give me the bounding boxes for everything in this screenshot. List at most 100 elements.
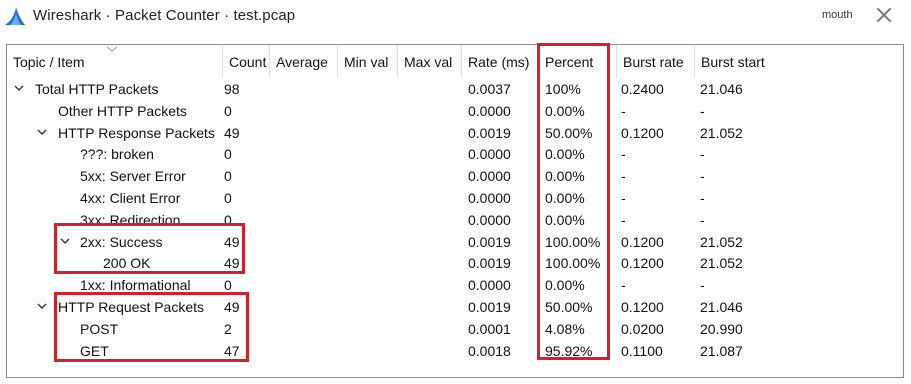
table-row[interactable]: POST 2 0.0001 4.08% 0.0200 20.990 bbox=[7, 318, 903, 340]
title-bar: Wireshark · Packet Counter · test.pcap m… bbox=[0, 0, 911, 34]
row-burst-rate: 0.1200 bbox=[621, 299, 664, 315]
row-topic: HTTP Request Packets bbox=[58, 299, 205, 315]
row-count: 0 bbox=[224, 146, 232, 163]
row-count: 0 bbox=[224, 190, 232, 206]
col-min-val-label: Min val bbox=[344, 54, 389, 70]
row-rate: 0.0019 bbox=[468, 299, 511, 315]
chevron-down-icon[interactable] bbox=[60, 237, 70, 245]
row-burst-rate: - bbox=[621, 211, 626, 228]
row-burst-start: - bbox=[700, 277, 705, 294]
row-burst-rate: - bbox=[621, 102, 626, 119]
row-percent: 0.00% bbox=[545, 168, 585, 185]
row-burst-start: - bbox=[700, 102, 705, 119]
chevron-down-icon[interactable] bbox=[14, 84, 24, 92]
col-average[interactable]: Average bbox=[270, 45, 338, 78]
col-percent[interactable]: Percent bbox=[539, 45, 617, 78]
row-burst-start: 21.052 bbox=[700, 124, 743, 141]
row-count: 0 bbox=[224, 277, 232, 294]
row-topic: 2xx: Success bbox=[80, 233, 163, 250]
row-count: 2 bbox=[224, 320, 232, 337]
close-icon[interactable] bbox=[874, 5, 894, 25]
col-burst-rate[interactable]: Burst rate bbox=[617, 45, 695, 78]
col-percent-label: Percent bbox=[545, 54, 594, 70]
row-percent: 4.08% bbox=[545, 320, 585, 337]
row-percent: 0.00% bbox=[545, 102, 585, 119]
table-row[interactable]: 200 OK 49 0.0019 100.00% 0.1200 21.052 bbox=[7, 252, 903, 274]
row-count: 0 bbox=[224, 211, 232, 228]
col-topic-label: Topic / Item bbox=[13, 54, 85, 70]
row-topic: Other HTTP Packets bbox=[58, 102, 187, 119]
col-burst-start[interactable]: Burst start bbox=[695, 45, 903, 78]
col-min-val[interactable]: Min val bbox=[338, 45, 398, 78]
row-count: 0 bbox=[224, 168, 232, 185]
table-row[interactable]: GET 47 0.0018 95.92% 0.1100 21.087 bbox=[7, 340, 903, 362]
row-topic: 3xx: Redirection bbox=[80, 211, 181, 228]
table-row[interactable]: 5xx: Server Error 0 0.0000 0.00% - - bbox=[7, 165, 903, 187]
row-percent: 0.00% bbox=[545, 211, 585, 228]
row-count: 98 bbox=[224, 81, 240, 97]
row-rate: 0.0019 bbox=[468, 124, 511, 141]
table-row[interactable]: Other HTTP Packets 0 0.0000 0.00% - - bbox=[7, 100, 903, 122]
wireshark-fin-icon bbox=[5, 7, 25, 25]
row-percent: 100% bbox=[545, 81, 581, 97]
row-burst-start: - bbox=[700, 190, 705, 206]
row-burst-start: 21.052 bbox=[700, 233, 743, 250]
col-count-label: Count bbox=[229, 54, 267, 70]
table-row[interactable]: 4xx: Client Error 0 0.0000 0.00% - - bbox=[7, 187, 903, 209]
row-rate: 0.0018 bbox=[468, 342, 511, 359]
row-percent: 0.00% bbox=[545, 190, 585, 206]
col-max-val[interactable]: Max val bbox=[398, 45, 462, 78]
row-count: 49 bbox=[224, 124, 240, 141]
user-label: mouth bbox=[822, 9, 853, 21]
row-topic: HTTP Response Packets bbox=[58, 124, 215, 141]
row-burst-rate: - bbox=[621, 190, 626, 206]
row-count: 49 bbox=[224, 255, 240, 272]
table-row[interactable]: 1xx: Informational 0 0.0000 0.00% - - bbox=[7, 274, 903, 296]
table-row[interactable]: 2xx: Success 49 0.0019 100.00% 0.1200 21… bbox=[7, 231, 903, 253]
row-rate: 0.0037 bbox=[468, 81, 511, 97]
row-burst-start: 21.046 bbox=[700, 299, 743, 315]
row-percent: 95.92% bbox=[545, 342, 593, 359]
row-percent: 0.00% bbox=[545, 277, 585, 294]
row-burst-rate: 0.1100 bbox=[621, 342, 663, 359]
col-rate[interactable]: Rate (ms) bbox=[462, 45, 539, 78]
chevron-down-icon[interactable] bbox=[37, 128, 47, 136]
table-row[interactable]: HTTP Request Packets 49 0.0019 50.00% 0.… bbox=[7, 296, 903, 318]
col-max-val-label: Max val bbox=[404, 54, 453, 70]
row-burst-rate: 0.2400 bbox=[621, 81, 664, 97]
table-row[interactable]: ???: broken 0 0.0000 0.00% - - bbox=[7, 143, 903, 165]
row-rate: 0.0000 bbox=[468, 102, 511, 119]
table-row[interactable]: HTTP Response Packets 49 0.0019 50.00% 0… bbox=[7, 122, 903, 144]
row-topic: 200 OK bbox=[103, 255, 151, 272]
row-burst-rate: 0.1200 bbox=[621, 124, 664, 141]
row-burst-rate: - bbox=[621, 277, 626, 294]
window-title: Wireshark · Packet Counter · test.pcap bbox=[33, 7, 296, 24]
row-topic: 1xx: Informational bbox=[80, 277, 191, 294]
row-rate: 0.0001 bbox=[468, 320, 511, 337]
row-topic: 5xx: Server Error bbox=[80, 168, 186, 185]
row-rate: 0.0019 bbox=[468, 255, 511, 272]
row-burst-rate: - bbox=[621, 168, 626, 185]
row-topic: POST bbox=[80, 320, 119, 337]
packet-counter-table: Topic / Item Count Average Min val Max v… bbox=[6, 44, 904, 378]
row-burst-rate: 0.1200 bbox=[621, 255, 664, 272]
sort-indicator-icon bbox=[106, 46, 118, 52]
row-burst-start: 21.046 bbox=[700, 81, 743, 97]
row-count: 49 bbox=[224, 233, 240, 250]
row-topic: 4xx: Client Error bbox=[80, 190, 181, 206]
row-percent: 100.00% bbox=[545, 233, 601, 250]
col-average-label: Average bbox=[276, 54, 328, 70]
row-rate: 0.0000 bbox=[468, 211, 511, 228]
col-rate-label: Rate (ms) bbox=[468, 54, 530, 70]
row-count: 47 bbox=[224, 342, 240, 359]
table-row[interactable]: 3xx: Redirection 0 0.0000 0.00% - - bbox=[7, 209, 903, 231]
row-percent: 50.00% bbox=[545, 124, 593, 141]
col-burst-start-label: Burst start bbox=[701, 54, 765, 70]
col-burst-rate-label: Burst rate bbox=[623, 54, 684, 70]
row-burst-start: - bbox=[700, 211, 705, 228]
col-count[interactable]: Count bbox=[223, 45, 270, 78]
row-percent: 0.00% bbox=[545, 146, 585, 163]
table-row[interactable]: Total HTTP Packets 98 0.0037 100% 0.2400… bbox=[7, 78, 903, 100]
chevron-down-icon[interactable] bbox=[37, 302, 47, 310]
row-percent: 100.00% bbox=[545, 255, 601, 272]
